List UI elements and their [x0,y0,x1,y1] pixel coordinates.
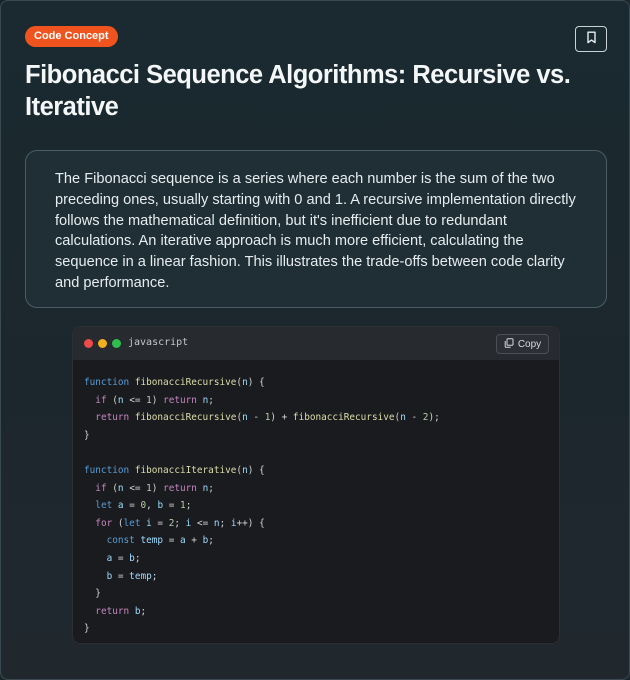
code-token: return [95,605,130,617]
code-token: - [247,412,265,424]
code-line: const temp = a + b; [84,532,559,550]
code-token: } [84,429,90,441]
window-dot-green [112,339,121,348]
code-token: ) + [270,412,293,424]
code-token: ; [208,535,214,547]
code-token: ); [428,412,440,424]
code-token: fibonacciRecursive [134,412,237,424]
copy-button-label: Copy [517,338,542,350]
code-token: function [84,377,135,388]
code-token: ( [106,482,118,494]
copy-icon [504,337,514,351]
code-token: = [123,500,141,512]
code-line: } [84,427,559,445]
code-token: ++) { [236,517,265,529]
code-token: = [112,552,130,564]
code-line: } [84,620,559,638]
code-token: ) { [247,464,265,476]
code-token: + [185,535,203,547]
code-token: = [163,535,180,547]
code-token: fibonacciRecursive [134,377,237,388]
concept-card: Code Concept Fibonacci Sequence Algorith… [0,0,630,680]
code-line: if (n <= 1) return n; [84,392,559,410]
code-token: } [84,623,90,635]
code-language-label: javascript [128,337,189,348]
code-line: return fibonacciRecursive(n - 1) + fibon… [84,409,559,427]
window-dot-yellow [98,339,107,348]
bookmark-button[interactable] [575,26,607,52]
code-token: fibonacciRecursive [292,412,395,424]
code-line: if (n <= 1) return n; [84,480,559,498]
code-line: return b; [84,603,559,621]
code-line: b = temp; [84,568,559,586]
bookmark-icon [586,31,597,47]
code-token: ) [151,482,164,494]
code-line: function fibonacciRecursive(n) { [84,374,559,392]
code-token: ; [219,517,231,529]
code-token: = [151,517,169,529]
code-token: <= [191,517,214,529]
description-box: The Fibonacci sequence is a series where… [25,150,607,308]
code-token: <= [123,482,147,494]
code-token: = [112,570,130,582]
code-content: function fibonacciRecursive(n) { if (n <… [73,360,559,638]
code-token: ) [151,394,164,406]
code-token: temp [129,570,152,582]
copy-button[interactable]: Copy [496,334,549,354]
code-token: temp [140,535,164,547]
code-token: ( [106,394,118,406]
code-token: ; [140,605,147,617]
code-token: return [163,482,197,494]
code-token: ; [208,482,214,494]
code-token: } [84,588,101,600]
code-token: , [146,500,158,512]
code-token: function [84,464,135,476]
code-token: if [95,482,107,494]
code-token: ) { [247,377,265,388]
code-token: ( [112,517,124,529]
code-token: ; [185,500,192,512]
code-header: javascript Copy [73,327,559,360]
code-token: const [106,535,135,547]
code-token: let [123,517,141,529]
code-token: if [95,394,107,406]
code-token: return [163,394,197,406]
code-line: } [84,585,559,603]
code-token: return [95,412,130,424]
page-title: Fibonacci Sequence Algorithms: Recursive… [25,61,571,121]
code-token: ; [151,570,158,582]
description-text: The Fibonacci sequence is a series where… [55,171,576,291]
code-token: fibonacciIterative [134,464,237,476]
code-token: ; [208,394,214,406]
code-line: function fibonacciIterative(n) { [84,462,559,480]
code-line: a = b; [84,550,559,568]
code-token: - [405,412,423,424]
code-token: ; [134,552,141,564]
code-token: = [163,500,181,512]
code-line: let a = 0, b = 1; [84,497,559,515]
code-block: javascript Copy function fibonacciRecurs… [72,326,560,644]
code-line: for (let i = 2; i <= n; i++) { [84,515,559,533]
category-badge: Code Concept [25,26,118,47]
window-dot-red [84,339,93,348]
code-token: ; [174,517,186,529]
code-token: let [95,500,113,512]
code-token: for [95,517,113,529]
code-token: <= [123,394,147,406]
